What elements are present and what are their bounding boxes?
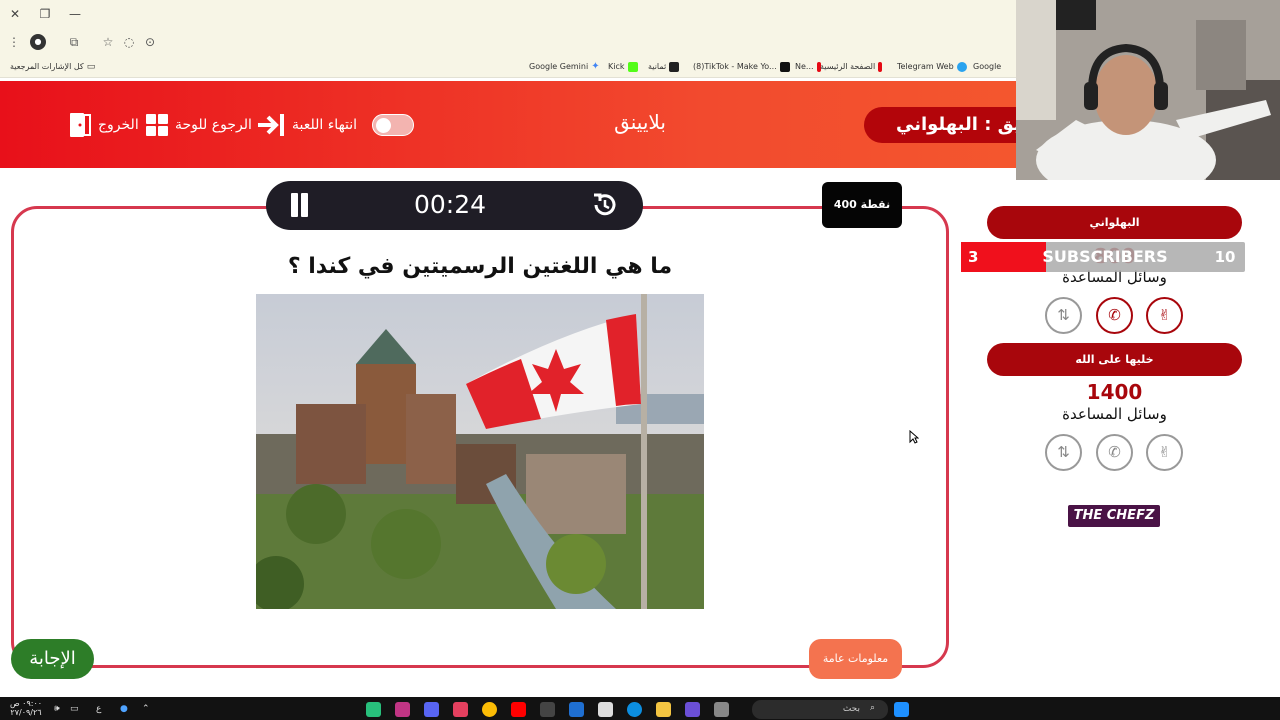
lens-icon[interactable]: ⊙ bbox=[142, 34, 158, 50]
end-game-button[interactable]: انتهاء اللعبة bbox=[256, 110, 357, 140]
subscriber-goal: 10 bbox=[1214, 248, 1236, 266]
network-icon[interactable]: ▭ bbox=[70, 704, 79, 714]
timer-text: 00:24 bbox=[413, 190, 487, 219]
all-bookmarks-folder[interactable]: كل الإشارات المرجعية ▭ bbox=[10, 60, 95, 74]
language-indicator[interactable]: ع bbox=[96, 704, 101, 714]
tiktok-icon bbox=[779, 62, 790, 72]
volume-icon[interactable]: 🕪 bbox=[54, 704, 60, 714]
question-image bbox=[256, 294, 704, 609]
taskbar-search[interactable]: بحث bbox=[752, 700, 888, 719]
bookmark-home[interactable]: الصفحة الرئيسية bbox=[820, 60, 883, 74]
team-2-aids-label: وسائل المساعدة bbox=[1062, 405, 1167, 423]
discord-icon[interactable] bbox=[424, 702, 439, 717]
app-icon-1[interactable] bbox=[366, 702, 381, 717]
hand-icon[interactable]: ✌ bbox=[1146, 434, 1183, 471]
microphone-icon[interactable]: ● bbox=[120, 704, 128, 714]
app-icon-2[interactable] bbox=[569, 702, 584, 717]
close-window-icon[interactable]: ✕ bbox=[6, 5, 24, 23]
menu-dots-icon[interactable]: ⋮ bbox=[6, 34, 22, 50]
bookmark-thmanyah[interactable]: ثمانية bbox=[648, 60, 680, 74]
profile-avatar-icon[interactable]: ● bbox=[30, 34, 46, 50]
team-2-name: خليها على الله bbox=[987, 343, 1242, 376]
reset-timer-icon[interactable] bbox=[590, 190, 620, 220]
thmanyah-icon bbox=[669, 62, 680, 72]
search-icon: ⌕ bbox=[870, 703, 876, 713]
pause-icon[interactable] bbox=[288, 193, 310, 217]
eye-off-icon[interactable]: ◌ bbox=[121, 34, 137, 50]
swap-icon[interactable]: ⇅ bbox=[1045, 434, 1082, 471]
instagram-icon[interactable] bbox=[395, 702, 410, 717]
question-text: ما هي اللغتين الرسميتين في كندا ؟ bbox=[287, 254, 673, 279]
app-icon-iptv[interactable] bbox=[453, 702, 468, 717]
bookmark-netflix[interactable]: Ne... bbox=[795, 60, 821, 74]
bookmark-kick[interactable]: Kick bbox=[608, 60, 638, 74]
current-team-pill: ريق : البهلواني bbox=[864, 107, 1034, 143]
bookmark-telegram[interactable]: Telegram Web bbox=[897, 60, 967, 74]
grid-icon bbox=[146, 114, 168, 136]
bookmark-tiktok[interactable]: (8)TikTok - Make Yo... bbox=[693, 60, 790, 74]
back-to-board-button[interactable]: الرجوع للوحة bbox=[145, 110, 252, 140]
game-name: بلايينق bbox=[614, 110, 666, 134]
tray-chevron-icon[interactable]: ⌃ bbox=[142, 704, 150, 714]
mode-toggle[interactable] bbox=[372, 114, 414, 136]
bookmark-google[interactable]: Google bbox=[973, 60, 1001, 74]
team-1-name: البهلواني bbox=[987, 206, 1242, 239]
folder-icon: ▭ bbox=[86, 62, 96, 72]
edge-icon[interactable] bbox=[627, 702, 642, 717]
category-button[interactable]: معلومات عامة bbox=[809, 639, 902, 679]
bookmark-gemini[interactable]: Google Gemini ✦ bbox=[529, 60, 601, 74]
webcam-overlay bbox=[1016, 0, 1280, 180]
clock[interactable]: ٠٩:٠٠ ص ٢٧/٠٩/٢٦ bbox=[6, 699, 46, 717]
subscriber-count: 3 bbox=[968, 248, 979, 266]
youtube-icon[interactable] bbox=[511, 702, 526, 717]
hand-icon[interactable]: ✌ bbox=[1146, 297, 1183, 334]
swap-icon[interactable]: ⇅ bbox=[1045, 297, 1082, 334]
answer-button[interactable]: الإجابة bbox=[11, 639, 94, 679]
start-icon[interactable] bbox=[894, 702, 909, 717]
extensions-icon[interactable]: ⧉ bbox=[66, 34, 82, 50]
team-2-score: 1400 bbox=[1086, 380, 1143, 404]
gemini-icon: ✦ bbox=[591, 61, 600, 72]
mouse-cursor-icon bbox=[909, 430, 919, 444]
file-explorer-icon[interactable] bbox=[656, 702, 671, 717]
bookmark-star-icon[interactable]: ☆ bbox=[100, 34, 116, 50]
end-arrow-icon bbox=[258, 114, 284, 136]
toggle-knob bbox=[376, 118, 391, 133]
exit-door-icon bbox=[70, 113, 91, 137]
calendar-icon[interactable] bbox=[598, 702, 613, 717]
restore-window-icon[interactable]: ❐ bbox=[36, 5, 54, 23]
exit-button[interactable]: الخروج bbox=[68, 110, 139, 140]
sponsor-logo: THE CHEFZ bbox=[1068, 505, 1160, 527]
kick-icon bbox=[627, 62, 638, 72]
netflix-icon bbox=[878, 62, 883, 72]
phone-icon[interactable]: ✆ bbox=[1096, 434, 1133, 471]
telegram-icon bbox=[956, 62, 967, 72]
obs-icon[interactable] bbox=[540, 702, 555, 717]
app-icon-4[interactable] bbox=[714, 702, 729, 717]
chrome-icon[interactable] bbox=[482, 702, 497, 717]
phone-icon[interactable]: ✆ bbox=[1096, 297, 1133, 334]
subscriber-label: SUBSCRIBERS bbox=[1042, 247, 1168, 266]
points-badge: 400 نقطة bbox=[822, 182, 902, 228]
app-icon-3[interactable] bbox=[685, 702, 700, 717]
minimize-window-icon[interactable]: — bbox=[66, 5, 84, 23]
